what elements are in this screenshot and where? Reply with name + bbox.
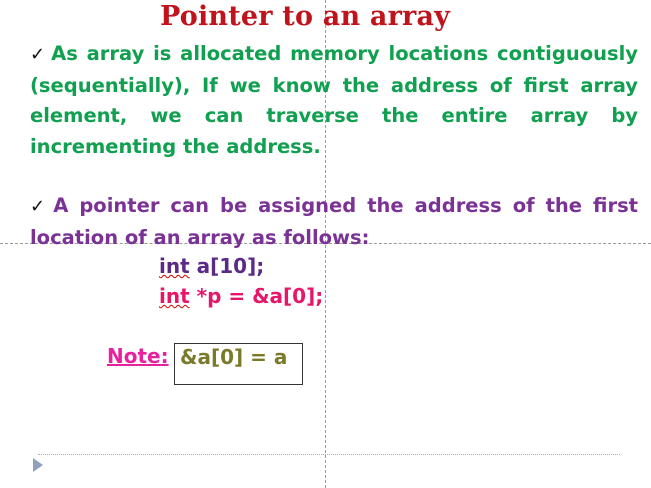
checkmark-icon: ✓ bbox=[30, 196, 50, 217]
bullet-text-1: As array is allocated memory locations c… bbox=[30, 42, 638, 158]
play-triangle-icon[interactable] bbox=[33, 458, 43, 472]
checkmark-icon: ✓ bbox=[30, 44, 48, 65]
slide-title[interactable]: Pointer to an array bbox=[0, 1, 610, 32]
bullet-text-2: A pointer can be assigned the address of… bbox=[30, 194, 638, 249]
code-text: a[10]; bbox=[189, 254, 265, 278]
code-text: *p = &a[0]; bbox=[189, 284, 324, 308]
code-line-1[interactable]: int a[10]; bbox=[159, 254, 264, 278]
code-keyword: int bbox=[159, 284, 190, 308]
slide-canvas: Pointer to an array ✓ As array is allocat… bbox=[0, 0, 651, 488]
note-value: &a[0] = a bbox=[180, 345, 288, 369]
bullet-paragraph-2[interactable]: ✓ A pointer can be assigned the address o… bbox=[30, 191, 638, 253]
code-keyword: int bbox=[159, 254, 190, 278]
bullet-paragraph-1[interactable]: ✓ As array is allocated memory locations … bbox=[30, 39, 638, 162]
bottom-guide-line bbox=[38, 454, 620, 455]
note-label[interactable]: Note: bbox=[107, 344, 169, 368]
code-line-2[interactable]: int *p = &a[0]; bbox=[159, 284, 323, 308]
note-textbox[interactable]: &a[0] = a bbox=[174, 343, 303, 385]
